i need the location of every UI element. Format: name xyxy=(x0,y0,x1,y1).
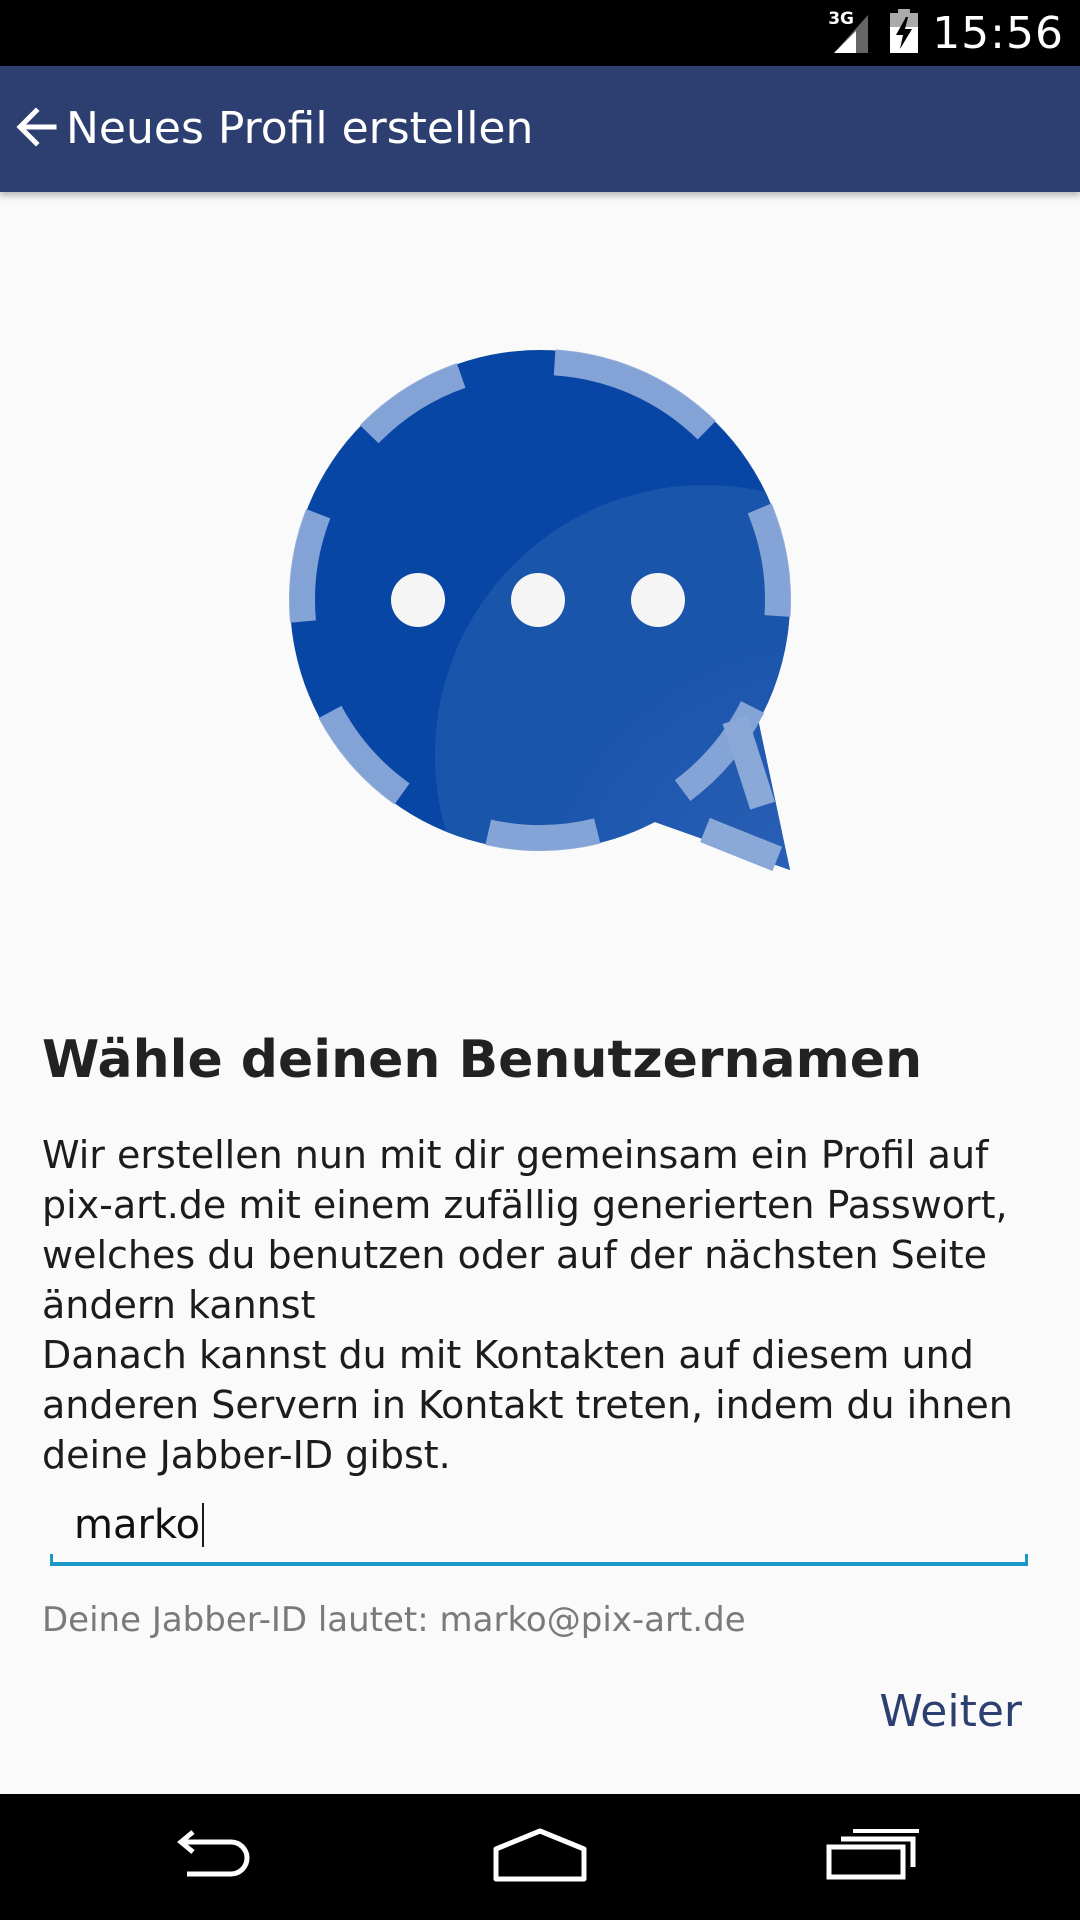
back-button[interactable] xyxy=(6,96,66,162)
app-bar: Neues Profil erstellen xyxy=(0,66,1080,192)
page-title: Neues Profil erstellen xyxy=(66,103,534,154)
username-field[interactable]: marko xyxy=(50,1490,1028,1566)
nav-home-button[interactable] xyxy=(485,1824,595,1890)
recents-icon xyxy=(825,1829,921,1885)
heading: Wähle deinen Benutzernamen xyxy=(42,1030,923,1090)
nav-back-button[interactable] xyxy=(155,1824,265,1890)
status-icons: 3G 15:56 xyxy=(828,7,1064,59)
next-button[interactable]: Weiter xyxy=(879,1680,1022,1744)
username-input[interactable]: marko xyxy=(74,1494,205,1556)
jabber-id-hint: Deine Jabber-ID lautet: marko@pix-art.de xyxy=(42,1600,746,1640)
username-value: marko xyxy=(74,1502,201,1548)
nav-recents-button[interactable] xyxy=(818,1824,928,1890)
clock: 15:56 xyxy=(932,7,1064,59)
text-caret xyxy=(202,1503,205,1547)
arrow-back-icon xyxy=(14,105,58,153)
input-underline xyxy=(50,1554,1028,1566)
back-icon xyxy=(165,1830,255,1884)
home-icon xyxy=(490,1827,590,1887)
status-bar: 3G 15:56 xyxy=(0,0,1080,66)
chat-bubble-logo xyxy=(285,345,801,883)
signal-icon: 3G xyxy=(828,9,876,55)
navigation-bar xyxy=(0,1794,1080,1920)
description-text: Wir erstellen nun mit dir gemeinsam ein … xyxy=(42,1133,1013,1477)
battery-charging-icon xyxy=(890,9,919,57)
